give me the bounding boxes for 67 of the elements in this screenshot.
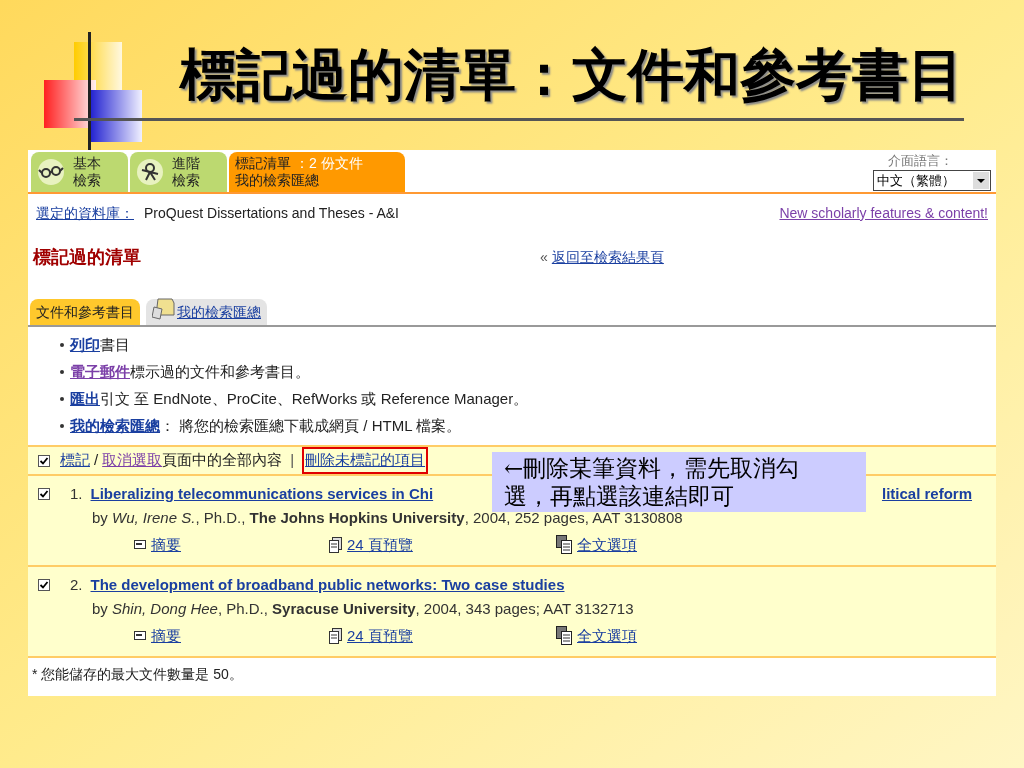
action-link[interactable]: 我的檢索匯總: [70, 412, 160, 439]
back-link[interactable]: 返回至檢索結果頁: [551, 246, 664, 268]
database-link[interactable]: 選定的資料庫：: [36, 202, 134, 224]
glasses-icon: [37, 158, 65, 186]
callout-text: 選，再點選該連結即可: [504, 482, 735, 510]
figure-icon: [136, 158, 164, 186]
tab-label: 標記清單: [235, 155, 291, 172]
action-description: 標示過的文件和參考書目。: [130, 362, 310, 382]
documents-icon: [556, 535, 572, 554]
action-description: 書目: [100, 335, 130, 355]
bullet-icon: [60, 369, 64, 374]
nav-tab[interactable]: 標記清單 ：2 份文件 我的檢索匯總: [229, 152, 405, 192]
nav-tab[interactable]: 基本 檢索: [31, 152, 128, 192]
action-link[interactable]: 匯出: [70, 385, 100, 412]
tab-label: 我的檢索匯總: [235, 172, 320, 189]
record-number: 1.: [70, 485, 83, 503]
checkbox[interactable]: [38, 454, 50, 467]
record-link[interactable]: 全文選項: [577, 535, 637, 554]
tab-label: 基本: [73, 155, 101, 172]
record-title[interactable]: The development of broadband public networks: Two case studies: [90, 576, 565, 594]
divider-text: |: [290, 450, 295, 471]
pages-icon: [329, 627, 342, 644]
record-byline: by Shin, Dong Hee, Ph.D., Syracuse University, 2004, 343 pages; AAT 3132713: [92, 600, 635, 618]
record-link[interactable]: 摘要: [151, 626, 181, 645]
unselect-all-link[interactable]: 取消選取: [102, 449, 163, 472]
tab-label: 檢索: [73, 172, 101, 189]
checkbox[interactable]: [38, 488, 50, 500]
language-label: 介面語言：: [888, 151, 954, 170]
dropdown-caret-icon: [973, 172, 989, 189]
bullet-icon: [60, 396, 64, 401]
action-description: ： 將您的檢索匯總下載成網頁 / HTML 檔案。: [160, 416, 462, 436]
tab-label: 進階: [172, 155, 200, 172]
language-select[interactable]: 中文（繁體）: [873, 170, 991, 191]
mark-all-link[interactable]: 標記: [60, 449, 90, 472]
record-link[interactable]: 24 頁預覽: [347, 626, 413, 645]
bullet-icon: [60, 342, 64, 347]
callout-text: ←刪除某筆資料，需先取消勾: [504, 454, 801, 482]
footnote-text: * 您能儲存的最大文件數量是 50。: [31, 665, 244, 684]
slide-title: 標記過的清單：文件和參考書目: [180, 46, 964, 102]
documents-icon: [556, 626, 572, 645]
sub-tab[interactable]: 文件和參考書目: [30, 299, 140, 325]
separator-text: /: [94, 450, 99, 471]
database-name: ProQuest Dissertations and Theses - A&I: [144, 203, 399, 223]
document-icon: [134, 539, 146, 550]
nav-tab[interactable]: 進階 檢索: [130, 152, 227, 192]
folder-icon: [152, 295, 176, 321]
checkbox[interactable]: [38, 579, 50, 591]
select-description: 頁面中的全部內容: [162, 450, 283, 471]
action-link[interactable]: 列印: [70, 331, 100, 358]
record-link[interactable]: 全文選項: [577, 626, 637, 645]
action-link[interactable]: 電子郵件: [70, 358, 130, 385]
record-number: 2.: [70, 576, 83, 594]
promo-link[interactable]: New scholarly features & content!: [779, 202, 988, 224]
back-arrow-text: «: [540, 247, 548, 267]
page-heading: 標記過的清單: [33, 245, 142, 269]
record-link[interactable]: 24 頁預覽: [347, 535, 413, 554]
record-title[interactable]: Liberalizing telecommunications services in Chi: [90, 485, 434, 503]
tab-label: 檢索: [172, 172, 200, 189]
document-icon: [134, 630, 146, 641]
record-byline: by Wu, Irene S., Ph.D., The Johns Hopkins University, 2004, 252 pages, AAT 3130808: [92, 509, 684, 527]
record-title[interactable]: litical reform: [881, 485, 972, 503]
bullet-icon: [60, 423, 64, 428]
tab-count: ：2 份文件: [295, 155, 363, 172]
action-description: 引文 至 EndNote、ProCite、RefWorks 或 Reference Manager。: [100, 389, 529, 409]
record-link[interactable]: 摘要: [151, 535, 181, 554]
pages-icon: [329, 536, 342, 553]
delete-unmarked-link[interactable]: 刪除未標記的項目: [302, 447, 429, 474]
